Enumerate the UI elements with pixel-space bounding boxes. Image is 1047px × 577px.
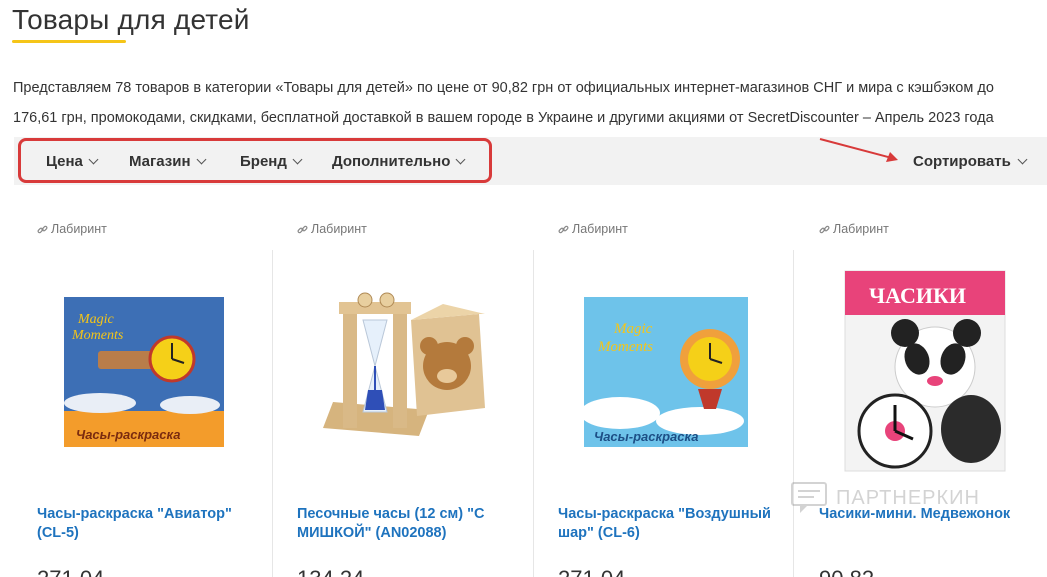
product-title[interactable]: Часы-раскраска "Воздушный шар" (CL-6) — [558, 505, 780, 543]
filter-price[interactable]: Цена — [46, 153, 99, 170]
product-card[interactable]: Лабиринт ЧАСИКИ Часики-мини. Медвежонок … — [819, 215, 1047, 577]
product-card[interactable]: Лабиринт Magic Moments Часы-раскраска Ча… — [558, 215, 798, 577]
category-description: Представляем 78 товаров в категории «Тов… — [13, 80, 994, 126]
product-price: 271,04 — [558, 566, 625, 577]
sort-label: Сортировать — [913, 153, 1011, 170]
svg-text:Moments: Moments — [71, 328, 124, 343]
chevron-down-icon — [1017, 154, 1028, 165]
page-title: Товары для детей — [12, 4, 250, 35]
link-icon — [558, 225, 569, 233]
link-icon — [819, 225, 830, 233]
product-price: 271,04 — [37, 566, 104, 577]
shop-link[interactable]: Лабиринт — [37, 222, 107, 236]
shop-name: Лабиринт — [572, 222, 628, 236]
filter-additional[interactable]: Дополнительно — [332, 153, 466, 170]
filter-price-label: Цена — [46, 153, 83, 170]
svg-text:Magic: Magic — [77, 312, 115, 327]
shop-name: Лабиринт — [51, 222, 107, 236]
shop-link[interactable]: Лабиринт — [819, 222, 889, 236]
svg-text:ЧАСИКИ: ЧАСИКИ — [869, 283, 966, 308]
svg-text:Часы-раскраска: Часы-раскраска — [76, 427, 180, 442]
product-image[interactable] — [319, 290, 489, 450]
chevron-down-icon — [292, 154, 303, 165]
filter-brand-label: Бренд — [240, 153, 287, 170]
product-image[interactable]: ЧАСИКИ — [843, 269, 1007, 475]
watermark-text: ПАРТНЕРКИН — [836, 486, 980, 509]
product-title[interactable]: Часы-раскраска "Авиатор" (CL-5) — [37, 505, 259, 543]
watermark-logo-icon — [791, 482, 827, 513]
chevron-down-icon — [455, 154, 466, 165]
chevron-down-icon — [88, 154, 99, 165]
svg-text:Magic: Magic — [613, 321, 653, 337]
link-icon — [37, 225, 48, 233]
product-card[interactable]: Лабиринт Magic Moments Часы-раскраска Ча… — [37, 215, 277, 577]
watermark: ПАРТНЕРКИН — [790, 481, 980, 515]
shop-name: Лабиринт — [311, 222, 367, 236]
chevron-down-icon — [196, 154, 206, 165]
product-card[interactable]: Лабиринт Песочные часы (12 см) "С МИШКОЙ… — [297, 215, 537, 577]
annotation-arrow-icon — [819, 138, 898, 162]
product-image[interactable]: Magic Moments Часы-раскраска — [60, 293, 225, 448]
svg-text:Часы-раскраска: Часы-раскраска — [594, 429, 698, 444]
filter-shop[interactable]: Магазин — [129, 153, 206, 170]
filter-brand[interactable]: Бренд — [240, 153, 303, 170]
svg-text:Moments: Moments — [597, 339, 653, 355]
filter-additional-label: Дополнительно — [332, 153, 451, 170]
link-icon — [297, 225, 308, 233]
shop-link[interactable]: Лабиринт — [558, 222, 628, 236]
filter-shop-label: Магазин — [129, 153, 191, 170]
product-image[interactable]: Magic Moments Часы-раскраска — [580, 293, 750, 453]
product-price: 134,24 — [297, 566, 364, 577]
product-price: 90,82 — [819, 566, 874, 577]
product-title[interactable]: Песочные часы (12 см) "С МИШКОЙ" (AN0208… — [297, 505, 519, 543]
sort-dropdown[interactable]: Сортировать — [913, 153, 1028, 170]
shop-link[interactable]: Лабиринт — [297, 222, 367, 236]
title-underline — [12, 40, 126, 43]
shop-name: Лабиринт — [833, 222, 889, 236]
